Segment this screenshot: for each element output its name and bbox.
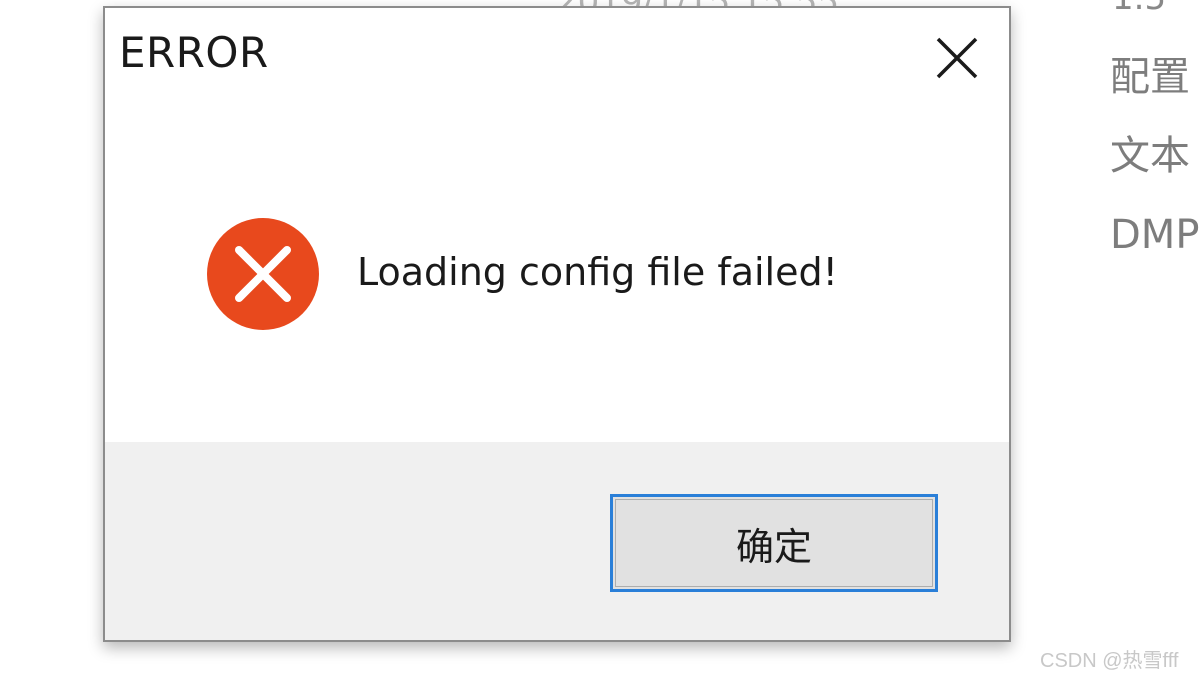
- ok-button[interactable]: 确定: [610, 494, 938, 592]
- background-list-item: 文本: [1110, 133, 1190, 179]
- background-list-item: DMP: [1110, 212, 1200, 258]
- ok-button-label: 确定: [735, 524, 812, 569]
- close-icon: [936, 37, 978, 79]
- background-list: 配置 文本 DMP: [1110, 38, 1200, 275]
- background-list-item: 配置: [1110, 54, 1190, 100]
- screen: 2019/1/15 15:55 1.5 配置 文本 DMP ERROR Load…: [0, 0, 1200, 675]
- dialog-title: ERROR: [119, 28, 269, 77]
- error-circle-icon: [207, 218, 319, 330]
- background-top-right-text: 1.5: [1112, 0, 1166, 18]
- dialog-footer: 确定: [105, 442, 1009, 640]
- watermark: CSDN @热雪fff: [1040, 650, 1179, 672]
- error-message: Loading config file failed!: [357, 250, 838, 294]
- error-dialog: ERROR Loading config file failed! 确定: [103, 6, 1011, 642]
- close-button[interactable]: [913, 18, 1001, 98]
